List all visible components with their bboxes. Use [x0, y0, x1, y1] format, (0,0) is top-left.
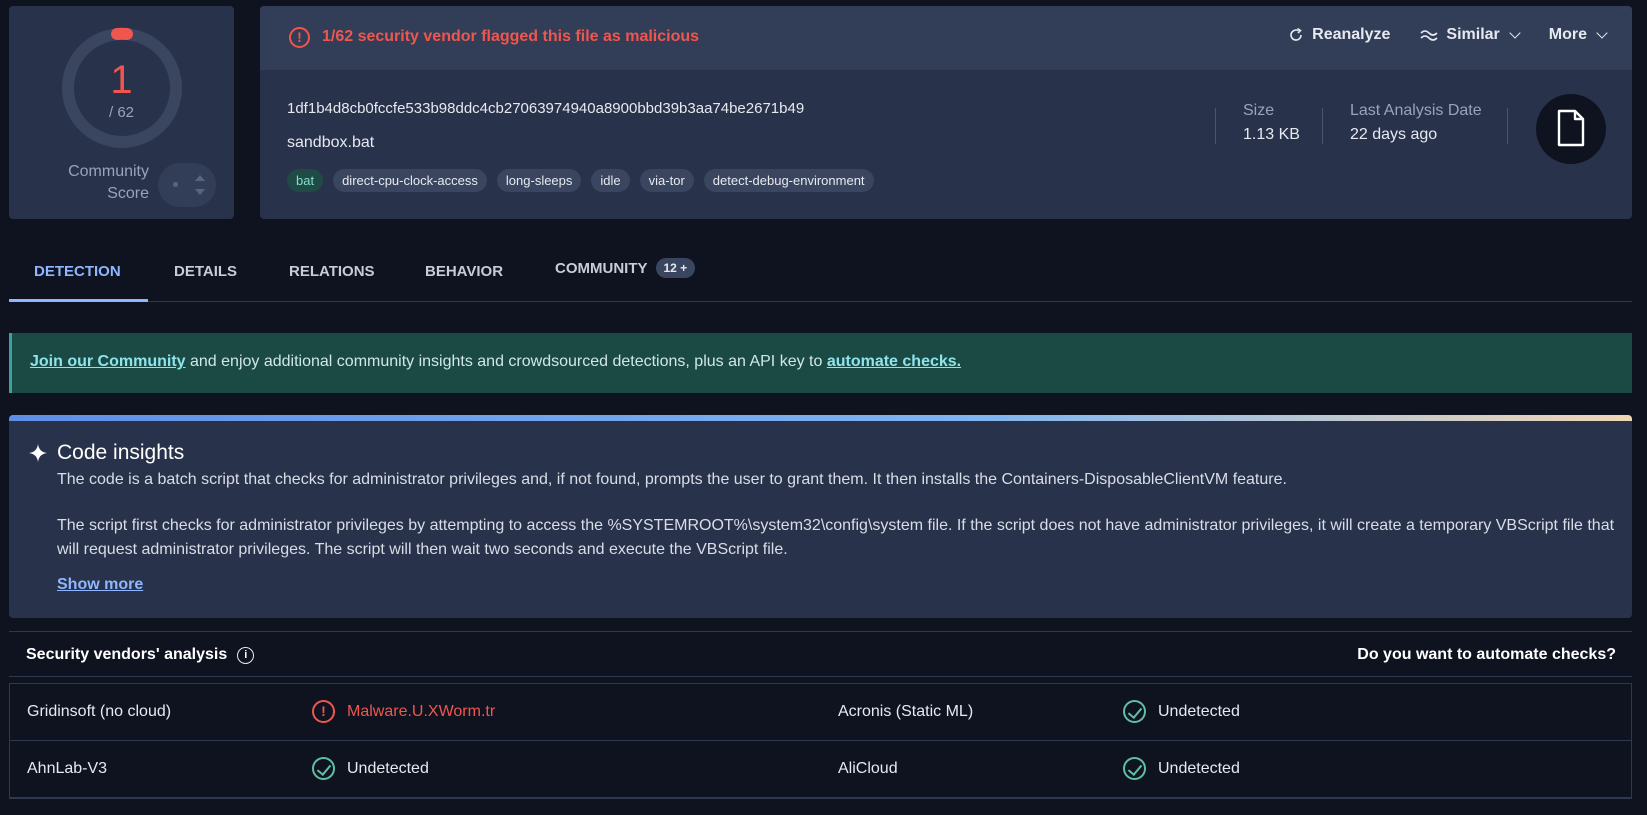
- table-row: AhnLab-V3 Undetected AliCloud Undetected: [10, 741, 1631, 798]
- refresh-icon: [1290, 27, 1302, 41]
- divider: [1215, 108, 1216, 144]
- tab-details[interactable]: DETAILS: [174, 263, 237, 280]
- vendor-name: AhnLab-V3: [27, 760, 108, 777]
- tag-direct-cpu-clock-access[interactable]: direct-cpu-clock-access: [333, 169, 487, 192]
- tag-bat[interactable]: bat: [287, 169, 324, 192]
- tab-relations[interactable]: RELATIONS: [289, 263, 375, 280]
- file-alert-header: ! 1/62 security vendor flagged this file…: [260, 6, 1632, 70]
- info-icon[interactable]: i: [237, 646, 255, 664]
- tag-via-tor[interactable]: via-tor: [639, 169, 694, 192]
- check-circle-icon: [1123, 757, 1146, 780]
- automate-checks-link[interactable]: Do you want to automate checks?: [1357, 646, 1616, 664]
- community-score-value: [173, 182, 178, 187]
- vendors-table: Gridinsoft (no cloud) ! Malware.U.XWorm.…: [9, 683, 1632, 799]
- file-size: Size 1.13 KB: [1243, 102, 1300, 144]
- vendor-result: Undetected: [1123, 757, 1240, 780]
- banner-text: and enjoy additional community insights …: [185, 353, 827, 370]
- file-type-badge: [1536, 94, 1606, 164]
- alert-icon: !: [289, 27, 310, 48]
- vendor-name: Gridinsoft (no cloud): [27, 703, 172, 720]
- check-circle-icon: [1123, 700, 1146, 723]
- file-summary-card: ! 1/62 security vendor flagged this file…: [260, 6, 1632, 219]
- divider: [1507, 108, 1508, 144]
- table-row: Gridinsoft (no cloud) ! Malware.U.XWorm.…: [10, 684, 1631, 741]
- detection-total: / 62: [108, 104, 135, 121]
- tag-detect-debug-environment[interactable]: detect-debug-environment: [703, 169, 874, 192]
- malicious-icon: !: [312, 700, 335, 723]
- insights-fade: [9, 553, 1632, 589]
- report-tabs: DETECTION DETAILS RELATIONS BEHAVIOR COM…: [9, 240, 1632, 302]
- vendors-title: Security vendors' analysis i: [26, 646, 255, 664]
- similar-dropdown[interactable]: Similar: [1420, 26, 1521, 44]
- active-tab-indicator: [9, 299, 148, 302]
- detection-score-card: 1 / 62 Community Score: [9, 6, 234, 219]
- downvote-icon[interactable]: [195, 189, 205, 195]
- reanalyze-button[interactable]: Reanalyze: [1288, 26, 1390, 44]
- vendor-name: AliCloud: [838, 760, 898, 777]
- join-community-link[interactable]: Join our Community: [30, 353, 186, 370]
- community-vote-control[interactable]: [158, 163, 216, 207]
- community-score-label: Community Score: [68, 163, 149, 202]
- tab-detection[interactable]: DETECTION: [34, 263, 121, 280]
- file-actions: Reanalyze Similar More: [1288, 26, 1608, 44]
- sparkle-icon: [29, 444, 47, 462]
- check-circle-icon: [312, 757, 335, 780]
- tab-behavior[interactable]: BEHAVIOR: [425, 263, 503, 280]
- file-tags: bat direct-cpu-clock-access long-sleeps …: [287, 169, 874, 192]
- file-name: sandbox.bat: [287, 134, 375, 151]
- similar-icon: [1420, 30, 1438, 41]
- last-analysis-value: 22 days ago: [1350, 126, 1438, 143]
- code-insights-panel: Code insights The code is a batch script…: [9, 415, 1632, 618]
- vendors-header: Security vendors' analysis i Do you want…: [9, 631, 1632, 677]
- community-count-badge: 12 +: [655, 258, 696, 278]
- upvote-icon[interactable]: [195, 175, 205, 181]
- insights-gradient-bar: [9, 415, 1632, 421]
- malicious-alert-text: 1/62 security vendor flagged this file a…: [322, 28, 700, 45]
- divider: [1322, 108, 1323, 144]
- file-hash[interactable]: 1df1b4d8cb0fccfe533b98ddc4cb27063974940a…: [287, 100, 804, 117]
- last-analysis-label: Last Analysis Date: [1350, 102, 1482, 119]
- insights-paragraph-1: The code is a batch script that checks f…: [57, 471, 1287, 488]
- code-insights-title: Code insights: [29, 441, 184, 465]
- detection-count: 1: [110, 58, 133, 102]
- last-analysis-date: Last Analysis Date 22 days ago: [1350, 102, 1482, 144]
- show-more-link[interactable]: Show more: [57, 576, 143, 594]
- tag-long-sleeps[interactable]: long-sleeps: [496, 169, 582, 192]
- file-size-label: Size: [1243, 102, 1275, 119]
- tab-community[interactable]: COMMUNITY 12 +: [555, 258, 696, 278]
- file-icon: [1557, 109, 1585, 147]
- chevron-down-icon: [1596, 27, 1608, 39]
- vendor-name: Acronis (Static ML): [838, 703, 974, 720]
- chevron-down-icon: [1509, 27, 1521, 39]
- vendor-result: Undetected: [1123, 700, 1240, 723]
- tag-idle[interactable]: idle: [591, 169, 630, 192]
- more-dropdown[interactable]: More: [1549, 26, 1608, 44]
- file-size-value: 1.13 KB: [1243, 126, 1300, 143]
- vendor-result: Undetected: [312, 757, 429, 780]
- vendor-result: ! Malware.U.XWorm.tr: [312, 700, 495, 723]
- automate-checks-link[interactable]: automate checks.: [827, 353, 961, 370]
- join-community-banner: Join our Community and enjoy additional …: [9, 333, 1632, 393]
